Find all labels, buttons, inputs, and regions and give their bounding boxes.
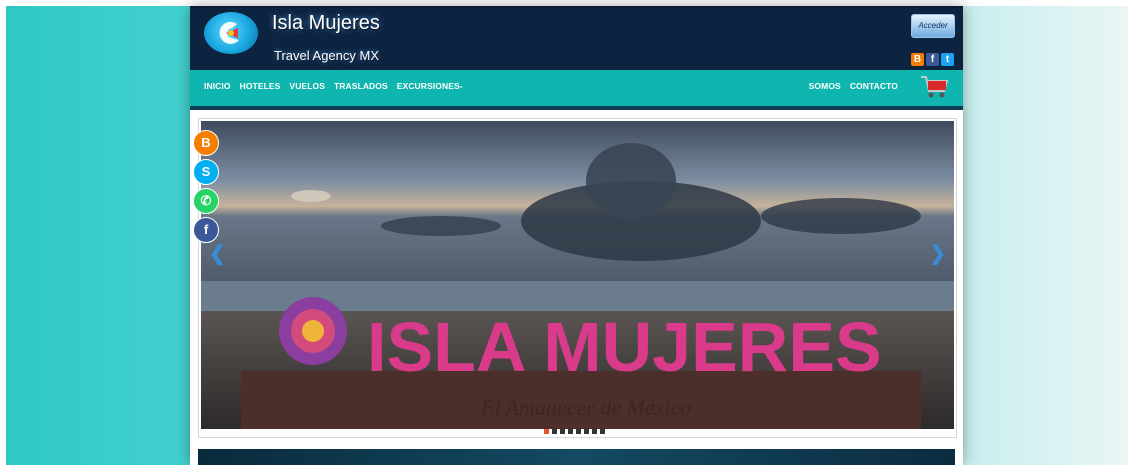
slider-pagination — [544, 429, 605, 434]
slider-dot[interactable] — [576, 429, 581, 434]
blogger-icon[interactable]: B — [911, 53, 924, 66]
nav-item-vuelos[interactable]: VUELOS — [289, 81, 325, 91]
slide-sign-subtext: El Amanecer de México — [480, 395, 691, 420]
slider-dot[interactable] — [552, 429, 557, 434]
hero-slide-image: ISLA MUJERES El Amanecer de México ❮ ❯ — [201, 121, 954, 429]
slider-dot[interactable] — [544, 429, 549, 434]
slider-dot[interactable] — [584, 429, 589, 434]
facebook-icon[interactable]: f — [193, 217, 219, 243]
nav-item-traslados[interactable]: TRASLADOS — [334, 81, 388, 91]
nav-item-inicio[interactable]: INICIO — [204, 81, 231, 91]
site-header: Isla Mujeres Travel Agency MX Acceder B … — [190, 6, 963, 72]
slider-dot[interactable] — [560, 429, 565, 434]
slider-dot[interactable] — [600, 429, 605, 434]
site-title[interactable]: Isla Mujeres — [272, 12, 380, 35]
shopping-cart-icon[interactable] — [919, 74, 949, 100]
nav-item-excursiones[interactable]: EXCURSIONES- — [397, 81, 463, 91]
slider-dot[interactable] — [568, 429, 573, 434]
facebook-icon[interactable]: f — [926, 53, 939, 66]
nav-item-somos[interactable]: SOMOS — [809, 81, 841, 91]
floating-social-bar: B S ✆ f — [193, 130, 219, 243]
logo[interactable] — [204, 12, 258, 54]
site-subtitle: Travel Agency MX — [274, 48, 380, 63]
slider-prev-arrow[interactable]: ❮ — [209, 241, 226, 266]
twitter-icon[interactable]: t — [941, 53, 954, 66]
login-button[interactable]: Acceder — [911, 14, 955, 38]
blogger-icon[interactable]: B — [193, 130, 219, 156]
site-container: Isla Mujeres Travel Agency MX Acceder B … — [190, 6, 963, 465]
header-social-links: B f t — [911, 53, 954, 66]
nav-item-contacto[interactable]: CONTACTO — [850, 81, 898, 91]
next-section-banner — [198, 449, 955, 465]
whatsapp-icon[interactable]: ✆ — [193, 188, 219, 214]
main-nav: INICIO HOTELES VUELOS TRASLADOS EXCURSIO… — [190, 70, 963, 110]
slider-dot[interactable] — [592, 429, 597, 434]
nav-item-hoteles[interactable]: HOTELES — [240, 81, 281, 91]
hero-slider: ISLA MUJERES El Amanecer de México ❮ ❯ — [198, 118, 957, 438]
slider-next-arrow[interactable]: ❯ — [929, 241, 946, 266]
slide-sign-text: ISLA MUJERES — [367, 308, 882, 386]
skype-icon[interactable]: S — [193, 159, 219, 185]
